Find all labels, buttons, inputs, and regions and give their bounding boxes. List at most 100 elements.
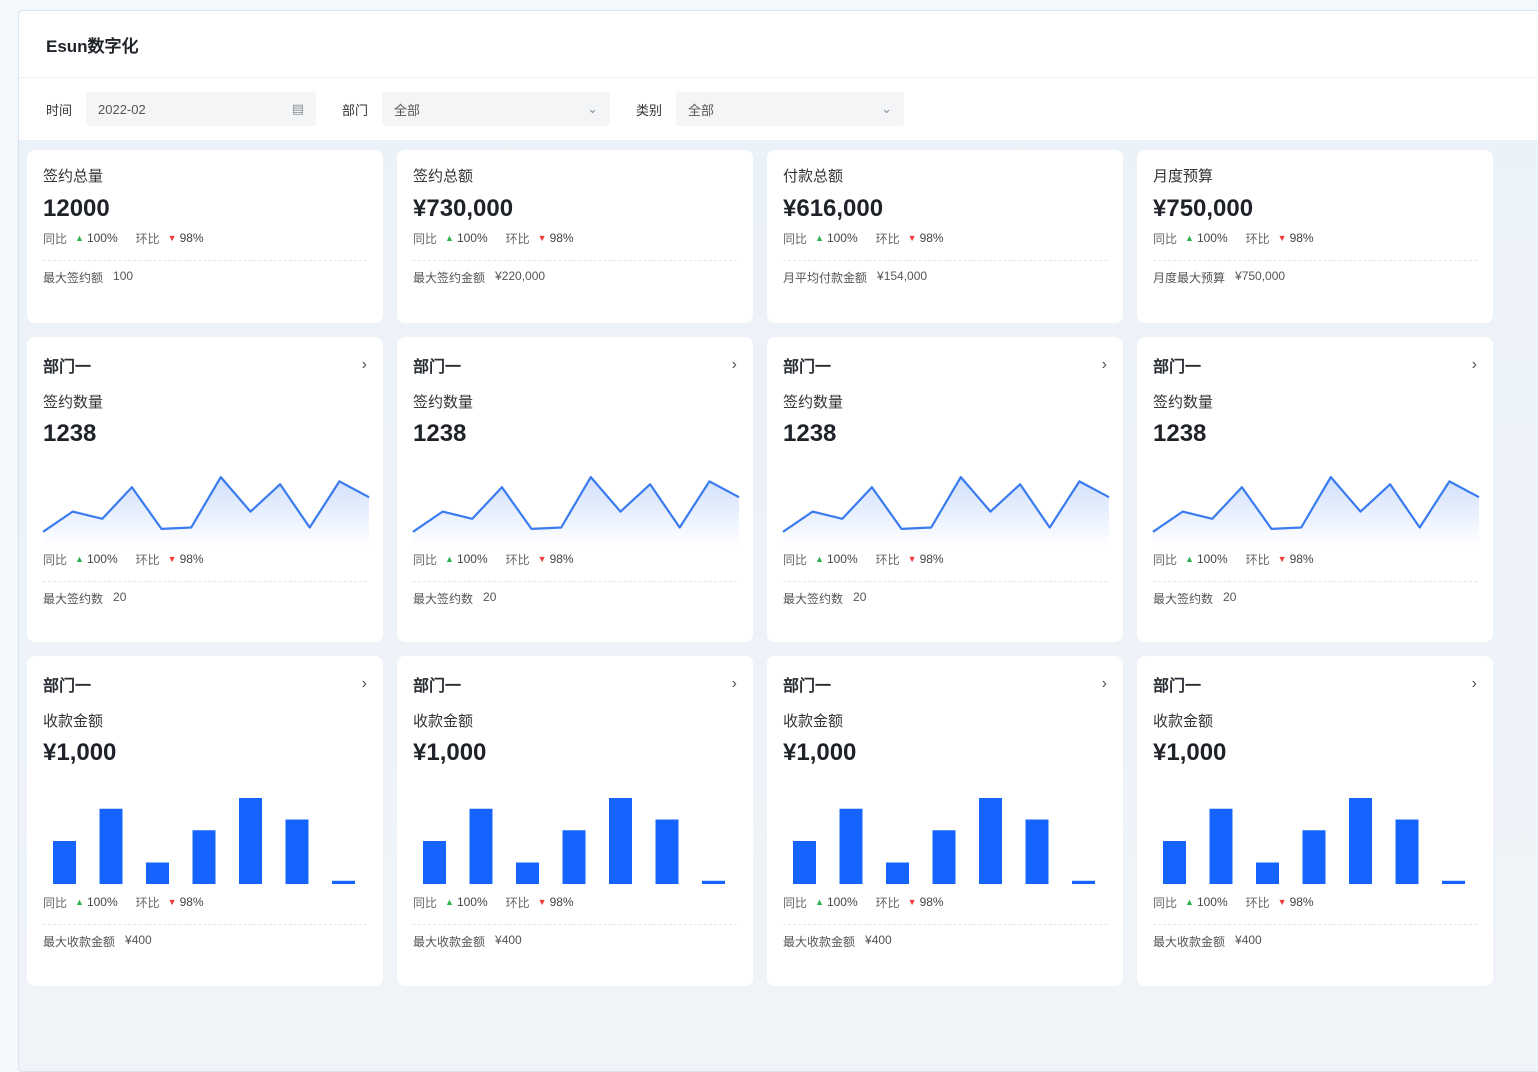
department-select[interactable]: 全部 ⌄ xyxy=(382,92,610,126)
down-arrow-icon: ▼ xyxy=(908,897,917,907)
mom-value: 98% xyxy=(1290,231,1314,245)
yoy-value: 100% xyxy=(87,231,118,245)
category-select[interactable]: 全部 ⌄ xyxy=(676,92,904,126)
card-value: 12000 xyxy=(43,192,367,226)
yoy-value: 100% xyxy=(87,552,118,566)
footer-label: 最大签约额 xyxy=(43,269,103,286)
footer-label: 最大收款金额 xyxy=(1153,933,1225,950)
line-chart xyxy=(1151,457,1481,547)
bar xyxy=(332,881,355,884)
up-arrow-icon: ▲ xyxy=(1185,233,1194,243)
card-footer: 最大签约数20 xyxy=(783,590,1107,607)
dept-bar-card[interactable]: 部门一›收款金额¥1,000 同比 ▲ 100% 环比 ▼ 98% 最大收款金额… xyxy=(397,656,753,986)
dept-line-card[interactable]: 部门一›签约数量1238 同比 ▲ 100% 环比 ▼ 98% 最大签约数20 xyxy=(1137,337,1493,642)
card-header: 部门一› xyxy=(1153,672,1477,696)
chevron-down-icon: ⌄ xyxy=(881,101,892,117)
chevron-right-icon[interactable]: › xyxy=(1102,675,1107,693)
mom-value: 98% xyxy=(180,231,204,245)
metric-value: ¥1,000 xyxy=(413,736,737,770)
yoy-value: 100% xyxy=(457,231,488,245)
card-header: 部门一› xyxy=(783,672,1107,696)
bar-chart xyxy=(1151,780,1481,890)
chevron-right-icon[interactable]: › xyxy=(1102,356,1107,374)
footer-label: 月度最大预算 xyxy=(1153,269,1225,286)
mom-value: 98% xyxy=(550,231,574,245)
dept-line-card[interactable]: 部门一›签约数量1238 同比 ▲ 100% 环比 ▼ 98% 最大签约数20 xyxy=(767,337,1123,642)
summary-card: 付款总额¥616,000 同比 ▲ 100% 环比 ▼ 98% 月平均付款金额¥… xyxy=(767,150,1123,323)
mom-label: 环比 xyxy=(1246,551,1270,568)
metric-title: 签约数量 xyxy=(1153,391,1477,413)
up-arrow-icon: ▲ xyxy=(75,554,84,564)
yoy-value: 100% xyxy=(827,895,858,909)
yoy-label: 同比 xyxy=(1153,230,1177,247)
dept-bar-card[interactable]: 部门一›收款金额¥1,000 同比 ▲ 100% 环比 ▼ 98% 最大收款金额… xyxy=(27,656,383,986)
yoy-value: 100% xyxy=(1197,895,1228,909)
yoy-label: 同比 xyxy=(1153,551,1177,568)
bar xyxy=(146,863,169,885)
time-filter-label: 时间 xyxy=(46,100,72,119)
chevron-right-icon[interactable]: › xyxy=(732,675,737,693)
time-picker-value: 2022-02 xyxy=(98,102,146,117)
filter-bar: 时间 2022-02 ▤ 部门 全部 ⌄ 类别 全部 ⌄ xyxy=(19,78,1538,140)
footer-label: 最大签约数 xyxy=(43,590,103,607)
down-arrow-icon: ▼ xyxy=(908,554,917,564)
bar xyxy=(1072,881,1095,884)
dept-line-card[interactable]: 部门一›签约数量1238 同比 ▲ 100% 环比 ▼ 98% 最大签约数20 xyxy=(397,337,753,642)
card-header: 部门一 › xyxy=(413,353,737,377)
up-arrow-icon: ▲ xyxy=(445,233,454,243)
divider xyxy=(783,924,1107,925)
mom-label: 环比 xyxy=(506,894,530,911)
metric-value: 1238 xyxy=(1153,417,1477,451)
divider xyxy=(43,260,367,261)
time-picker[interactable]: 2022-02 ▤ xyxy=(86,92,316,126)
bar xyxy=(1396,820,1419,885)
compare-row: 同比 ▲ 100% 环比 ▼ 98% xyxy=(43,226,367,250)
chevron-right-icon[interactable]: › xyxy=(362,675,367,693)
dept-line-card[interactable]: 部门一›签约数量1238 同比 ▲ 100% 环比 ▼ 98% 最大签约数20 xyxy=(27,337,383,642)
bar xyxy=(886,863,909,885)
bar-chart xyxy=(41,780,371,890)
divider xyxy=(783,581,1107,582)
card-footer: 最大收款金额¥400 xyxy=(1153,933,1477,950)
chevron-right-icon[interactable]: › xyxy=(1472,675,1477,693)
chevron-right-icon[interactable]: › xyxy=(362,356,367,374)
metric-value: 1238 xyxy=(413,417,737,451)
footer-label: 最大收款金额 xyxy=(783,933,855,950)
bar xyxy=(1349,798,1372,884)
footer-value: ¥220,000 xyxy=(495,269,545,286)
card-footer: 最大签约额100 xyxy=(43,269,367,286)
yoy-value: 100% xyxy=(1197,231,1228,245)
compare-row: 同比 ▲ 100% 环比 ▼ 98% xyxy=(1153,226,1477,250)
compare-row: 同比 ▲ 100% 环比 ▼ 98% xyxy=(413,547,737,571)
yoy-value: 100% xyxy=(827,552,858,566)
yoy-label: 同比 xyxy=(43,894,67,911)
bar-chart xyxy=(411,780,741,890)
metric-title: 收款金额 xyxy=(43,710,367,732)
bar xyxy=(1163,841,1186,884)
divider xyxy=(43,924,367,925)
dept-name: 部门一 xyxy=(413,353,461,377)
dept-bar-card[interactable]: 部门一›收款金额¥1,000 同比 ▲ 100% 环比 ▼ 98% 最大收款金额… xyxy=(1137,656,1493,986)
up-arrow-icon: ▲ xyxy=(445,897,454,907)
summary-card: 月度预算¥750,000 同比 ▲ 100% 环比 ▼ 98% 月度最大预算¥7… xyxy=(1137,150,1493,323)
chevron-right-icon[interactable]: › xyxy=(1472,356,1477,374)
dept-name: 部门一 xyxy=(783,353,831,377)
yoy-label: 同比 xyxy=(413,230,437,247)
yoy-label: 同比 xyxy=(43,551,67,568)
chevron-right-icon[interactable]: › xyxy=(732,356,737,374)
card-header: 部门一› xyxy=(43,672,367,696)
metric-value: ¥1,000 xyxy=(43,736,367,770)
compare-row: 同比 ▲ 100% 环比 ▼ 98% xyxy=(413,226,737,250)
mom-label: 环比 xyxy=(1246,230,1270,247)
mom-value: 98% xyxy=(1290,895,1314,909)
app-title: Esun数字化 xyxy=(46,32,139,57)
bar xyxy=(53,841,76,884)
bar xyxy=(979,798,1002,884)
metric-title: 签约数量 xyxy=(783,391,1107,413)
dept-bar-card[interactable]: 部门一›收款金额¥1,000 同比 ▲ 100% 环比 ▼ 98% 最大收款金额… xyxy=(767,656,1123,986)
metric-value: 1238 xyxy=(783,417,1107,451)
yoy-value: 100% xyxy=(87,895,118,909)
bar xyxy=(470,809,493,884)
dashboard-grid: 签约总量12000 同比 ▲ 100% 环比 ▼ 98% 最大签约额100签约总… xyxy=(27,150,1493,986)
card-header: 部门一› xyxy=(413,672,737,696)
